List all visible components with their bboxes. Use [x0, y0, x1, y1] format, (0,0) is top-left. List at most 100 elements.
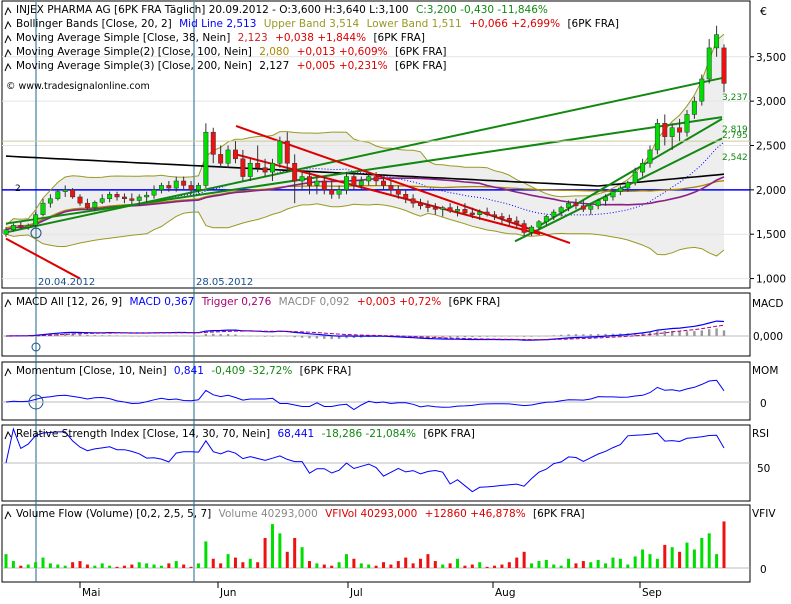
macd-histogram-bar — [552, 335, 555, 336]
macd-histogram-bar — [78, 334, 82, 336]
macd-histogram-bar — [101, 335, 104, 336]
sma3-suffix: [6PK FRA] — [395, 60, 447, 72]
volume-bar — [78, 561, 82, 568]
candle-body — [595, 200, 601, 207]
mom-label: Momentum [Close, 10, Nein] — [16, 365, 167, 377]
x-tick-label: Sep — [642, 587, 662, 599]
macd-histogram-bar — [574, 334, 578, 336]
volume-bar — [300, 547, 304, 568]
candle-body — [625, 182, 631, 189]
sma2-label: Moving Average Simple(2) [Close, 100, Ne… — [16, 46, 252, 58]
macd-trigger: Trigger 0,276 — [201, 296, 272, 308]
macd-histogram-bar — [204, 334, 208, 336]
candle-body — [647, 149, 653, 164]
x-tick-label: Mai — [82, 587, 100, 599]
volume-bar — [374, 565, 378, 568]
macd-histogram-bar — [456, 336, 459, 338]
macd-histogram-bar — [278, 335, 282, 337]
candle-body — [669, 127, 675, 137]
mom-change: -0,409 -32,72% — [211, 365, 292, 377]
volume-bar — [367, 564, 371, 568]
sma1-value: 2,123 — [238, 32, 268, 44]
volume-bar — [285, 551, 289, 568]
currency-label: € — [760, 5, 767, 18]
candle-body — [536, 221, 542, 228]
macd-histogram-bar — [86, 334, 89, 336]
candle-body — [684, 114, 690, 133]
macd-value: MACD 0,367 — [129, 296, 194, 308]
volume-bar — [196, 563, 200, 568]
sma3-value: 2,127 — [259, 60, 289, 72]
candle-body — [188, 185, 194, 191]
candle-body — [566, 202, 572, 208]
volume-bar — [500, 564, 504, 568]
macd-histogram-bar — [108, 335, 111, 336]
candle-body — [721, 47, 727, 84]
volume-bar — [544, 559, 548, 568]
candle — [699, 74, 705, 106]
legend-momentum: Momentum [Close, 10, Nein] 0,841 -0,409 … — [16, 365, 351, 377]
volume-bar — [263, 537, 267, 568]
candle-body — [432, 207, 438, 210]
volume-bar — [19, 565, 23, 568]
volume-bar — [692, 549, 696, 568]
vol-volume: Volume 40293,000 — [219, 508, 318, 520]
candle-body — [225, 149, 231, 164]
mom-suffix: [6PK FRA] — [300, 365, 352, 377]
volume-bar — [537, 561, 541, 568]
candle-body — [403, 194, 409, 199]
candle-body — [203, 131, 209, 186]
legend-macd: MACD All [12, 26, 9] MACD 0,367 Trigger … — [16, 296, 500, 308]
macd-histogram-bar — [293, 336, 296, 338]
volume-bar — [41, 557, 45, 568]
macd-histogram-bar — [567, 334, 570, 336]
vol-axis-label: VFIV — [752, 508, 776, 520]
bb-lower: Lower Band 1,511 — [367, 18, 462, 30]
price-panel — [1, 0, 751, 289]
candle-body — [181, 180, 187, 186]
volume-bar — [4, 554, 8, 568]
price-tick-label: 2,500 — [756, 141, 786, 153]
annotation-2: 2 — [15, 184, 21, 194]
candle-body — [603, 196, 609, 201]
candle-body — [277, 140, 283, 164]
candle-body — [84, 202, 90, 208]
candle-body — [299, 176, 305, 182]
candle-body — [381, 180, 386, 186]
volume-bar — [722, 521, 726, 568]
macd-label: MACD All [12, 26, 9] — [16, 296, 122, 308]
candle-body — [558, 207, 564, 213]
volume-bar — [211, 558, 215, 568]
macd-histogram-bar — [493, 336, 496, 337]
candle-body — [99, 198, 105, 203]
macd-histogram-bar — [478, 336, 481, 337]
candle-body — [632, 171, 638, 184]
macd-histogram-bar — [256, 336, 259, 337]
volume-bar — [633, 556, 637, 568]
macd-histogram-bar — [115, 335, 119, 336]
candle-body — [321, 180, 327, 191]
candle-body — [388, 185, 394, 191]
volume-bar — [34, 562, 38, 568]
macd-histogram-bar — [167, 335, 171, 337]
candle-body — [358, 180, 364, 186]
rsi-50-tick: 50 — [757, 463, 770, 475]
macd-axis-label: MACD — [752, 298, 783, 310]
macd-histogram-bar — [678, 331, 681, 336]
volume-bar — [411, 563, 415, 568]
candle-body — [292, 162, 298, 182]
volume-bar — [167, 563, 171, 568]
macd-histogram-bar — [130, 335, 134, 337]
candle-body — [677, 127, 683, 133]
sma2-value: 2,080 — [259, 46, 289, 58]
volume-bar — [93, 565, 97, 568]
macd-histogram-bar — [707, 329, 711, 336]
vol-suffix: [6PK FRA] — [533, 508, 585, 520]
volume-bar — [552, 564, 556, 568]
mom-zero-tick: 0 — [760, 398, 767, 410]
macd-histogram-bar — [722, 330, 726, 336]
sma3-change: +0,005 +0,231% — [297, 60, 388, 72]
sma2-change: +0,013 +0,609% — [297, 46, 388, 58]
macd-histogram-bar — [219, 334, 222, 336]
legend-rsi: Relative Strength Index [Close, 14, 30, … — [16, 428, 475, 440]
